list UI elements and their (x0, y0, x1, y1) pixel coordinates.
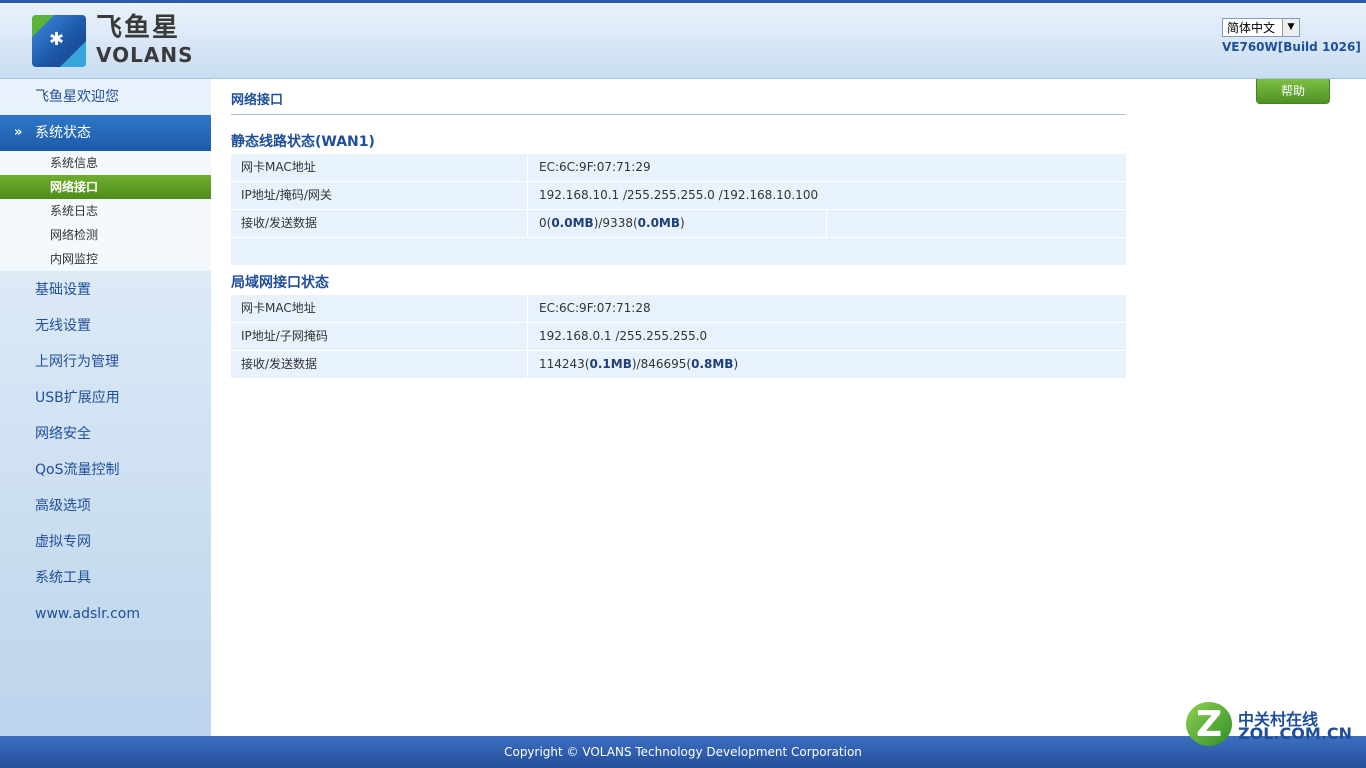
page-title: 网络接口 (231, 93, 284, 108)
table-row: IP地址/掩码/网关 192.168.10.1 /255.255.255.0 /… (231, 182, 1126, 209)
firmware-version: VE760W[Build 1026] (1222, 40, 1361, 54)
sidebar-item-website-link[interactable]: www.adslr.com (0, 596, 211, 632)
zol-watermark: Z 中关村在线 ZOL.COM.CN (1186, 700, 1356, 750)
row-value: 192.168.0.1 /255.255.255.0 (539, 329, 708, 343)
language-select[interactable]: 简体中文 ▼ (1222, 18, 1300, 37)
language-select-value: 简体中文 (1227, 21, 1276, 35)
sidebar-item-system-tools[interactable]: 系统工具 (0, 560, 211, 596)
table-row: 网卡MAC地址 EC:6C:9F:07:71:28 (231, 295, 1126, 322)
header: ✱ 飞鱼星 VOLANS 简体中文 ▼ VE760W[Build 1026] (0, 3, 1366, 79)
zol-logo-icon: Z (1186, 702, 1232, 746)
logo-text-en: VOLANS (96, 43, 194, 67)
row-value: 114243(0.1MB)/846695(0.8MB) (539, 357, 739, 371)
sidebar-subitem-lan-monitor[interactable]: 内网监控 (0, 247, 211, 271)
copyright-text: Copyright © VOLANS Technology Developmen… (504, 745, 862, 759)
help-button[interactable]: 帮助 (1256, 79, 1330, 104)
table-row-empty (231, 238, 1126, 265)
lan-section-heading: 局域网接口状态 (231, 275, 329, 291)
footer: Copyright © VOLANS Technology Developmen… (0, 736, 1366, 768)
row-label: 接收/发送数据 (241, 216, 318, 230)
sidebar-subitem-network-interface[interactable]: 网络接口 (0, 175, 211, 199)
sidebar-subitem-network-check[interactable]: 网络检测 (0, 223, 211, 247)
row-value: 0(0.0MB)/9338(0.0MB) (539, 216, 685, 230)
row-label: 网卡MAC地址 (241, 160, 316, 174)
row-label: IP地址/掩码/网关 (241, 188, 332, 202)
sidebar-item-usb-apps[interactable]: USB扩展应用 (0, 380, 211, 416)
star-icon: ✱ (49, 29, 65, 50)
sidebar-item-internet-behavior[interactable]: 上网行为管理 (0, 344, 211, 380)
table-row: 网卡MAC地址 EC:6C:9F:07:71:29 (231, 154, 1126, 181)
table-row: 接收/发送数据 0(0.0MB)/9338(0.0MB) (231, 210, 1126, 237)
row-label: 接收/发送数据 (241, 357, 318, 371)
watermark-text-en: ZOL.COM.CN (1238, 724, 1352, 743)
sidebar-item-qos[interactable]: QoS流量控制 (0, 452, 211, 488)
row-value: EC:6C:9F:07:71:28 (539, 301, 651, 315)
title-divider (231, 114, 1126, 115)
sidebar-item-advanced[interactable]: 高级选项 (0, 488, 211, 524)
row-label: IP地址/子网掩码 (241, 329, 328, 343)
sidebar-subitem-system-log[interactable]: 系统日志 (0, 199, 211, 223)
table-row: 接收/发送数据 114243(0.1MB)/846695(0.8MB) (231, 351, 1126, 378)
sidebar-item-vpn[interactable]: 虚拟专网 (0, 524, 211, 560)
sidebar-item-system-status[interactable]: » 系统状态 (0, 115, 211, 151)
chevron-down-icon[interactable]: ▼ (1282, 19, 1299, 36)
sidebar: 飞鱼星欢迎您 » 系统状态 系统信息 网络接口 系统日志 网络检测 内网监控 基… (0, 79, 211, 736)
row-label: 网卡MAC地址 (241, 301, 316, 315)
logo-text-cn: 飞鱼星 (96, 13, 181, 43)
row-value: EC:6C:9F:07:71:29 (539, 160, 651, 174)
sidebar-item-basic-settings[interactable]: 基础设置 (0, 272, 211, 308)
sidebar-item-label: 系统状态 (35, 125, 91, 141)
sidebar-subitem-system-info[interactable]: 系统信息 (0, 151, 211, 175)
volans-logo: ✱ 飞鱼星 VOLANS (32, 13, 202, 71)
wan-section-heading: 静态线路状态(WAN1) (231, 134, 375, 150)
row-value: 192.168.10.1 /255.255.255.0 /192.168.10.… (539, 188, 819, 202)
table-row: IP地址/子网掩码 192.168.0.1 /255.255.255.0 (231, 323, 1126, 350)
sidebar-item-welcome[interactable]: 飞鱼星欢迎您 (0, 79, 211, 115)
sidebar-item-network-security[interactable]: 网络安全 (0, 416, 211, 452)
volans-logo-icon: ✱ (32, 15, 86, 67)
double-chevron-down-icon: » (14, 125, 23, 140)
sidebar-item-wireless-settings[interactable]: 无线设置 (0, 308, 211, 344)
